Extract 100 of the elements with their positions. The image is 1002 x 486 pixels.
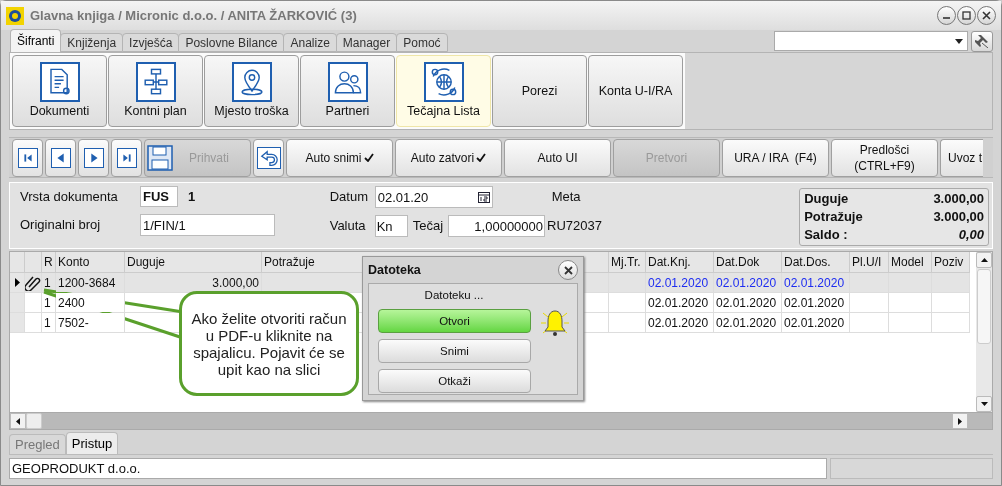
- ribbon-icon: [231, 62, 272, 102]
- toolbar-button[interactable]: Auto UI: [504, 138, 611, 177]
- nav-button[interactable]: [111, 138, 142, 177]
- check-icon: [476, 153, 487, 162]
- toolbar-button[interactable]: Uvoz t: [940, 138, 983, 177]
- row-header-cell[interactable]: [10, 313, 25, 332]
- column-header[interactable]: Dat.Dok: [714, 252, 782, 272]
- toolbar-button[interactable]: Predlošci (CTRL+F9): [831, 138, 938, 177]
- row-header-cell[interactable]: [10, 293, 25, 312]
- menu-tab[interactable]: Pomoć: [396, 33, 448, 52]
- nav-button[interactable]: [12, 138, 43, 177]
- toolbar-button[interactable]: Auto zatvori: [395, 138, 502, 177]
- scroll-down-icon[interactable]: [980, 402, 988, 406]
- column-header[interactable]: R: [42, 252, 56, 272]
- ribbon-button[interactable]: Tečajna Lista: [396, 55, 491, 127]
- field-label: Tečaj: [412, 217, 444, 236]
- vertical-scrollbar[interactable]: [976, 252, 992, 412]
- document-type-field[interactable]: FUS: [140, 186, 178, 207]
- status-company-field: GEOPRODUKT d.o.o.: [9, 458, 827, 479]
- dialog-title: Datoteka: [368, 261, 421, 279]
- minimize-button[interactable]: [937, 6, 956, 25]
- menu-tab[interactable]: Manager: [335, 33, 398, 52]
- nav-button[interactable]: [78, 138, 109, 177]
- column-header[interactable]: Dat.Knj.: [646, 252, 714, 272]
- scroll-up-icon[interactable]: [980, 258, 988, 262]
- menu-tab[interactable]: Analize: [283, 33, 337, 52]
- table-cell: 02.01.2020: [646, 273, 714, 292]
- toolbar-button[interactable]: URA / IRA (F4): [722, 138, 829, 177]
- close-icon: [563, 265, 573, 275]
- original-number-field[interactable]: 1/FIN/1: [140, 214, 275, 236]
- close-button[interactable]: [558, 260, 578, 280]
- currency-field[interactable]: Kn: [374, 215, 408, 237]
- app-logo-icon: [6, 6, 24, 25]
- first-record-icon: [17, 147, 38, 168]
- undo-button[interactable]: [253, 138, 284, 177]
- ribbon-icon: [39, 62, 80, 102]
- total-label: Duguje: [804, 190, 849, 208]
- total-label: Saldo :: [804, 226, 848, 244]
- total-label: Potražuje: [804, 208, 863, 226]
- table-cell: 02.01.2020: [782, 313, 850, 332]
- pin-button[interactable]: [971, 30, 993, 52]
- dialog-prompt: Datoteku ...: [423, 288, 485, 303]
- horizontal-scrollbar[interactable]: [10, 412, 992, 429]
- scroll-right-icon[interactable]: [958, 417, 962, 425]
- last-record-icon: [116, 147, 137, 168]
- scroll-left-icon[interactable]: [16, 417, 20, 425]
- callout-text: Ako želite otvoriti račun u PDF-u kliknite na spajalicu. Pojavit će se upit kao na slici: [190, 309, 348, 378]
- column-header[interactable]: Dat.Dos.: [782, 252, 850, 272]
- column-header[interactable]: Poziv: [932, 252, 970, 272]
- toolbar-button[interactable]: Auto snimi: [286, 138, 393, 177]
- total-value: 3.000,00: [933, 208, 984, 226]
- scroll-thumb[interactable]: [977, 269, 991, 344]
- dialog-button[interactable]: Otkaži: [378, 369, 531, 394]
- bell-icon: [539, 307, 571, 339]
- table-cell: 02.01.2020: [782, 293, 850, 312]
- previous-icon: [50, 147, 71, 168]
- column-header[interactable]: Model: [889, 252, 932, 272]
- view-tab[interactable]: Pristup: [65, 432, 119, 454]
- ribbon-button[interactable]: Partneri: [300, 55, 395, 127]
- maximize-button[interactable]: [957, 6, 976, 25]
- next-icon: [83, 147, 104, 168]
- ribbon-button[interactable]: Mjesto troška: [204, 55, 299, 127]
- menu-tab[interactable]: Poslovne Bilance: [178, 33, 285, 52]
- total-value: 3.000,00: [933, 190, 984, 208]
- menu-tab[interactable]: Šifranti: [10, 29, 62, 52]
- dialog-button[interactable]: Otvori: [378, 309, 531, 334]
- close-icon: [982, 11, 991, 20]
- field-label: Datum: [329, 188, 369, 207]
- ribbon-button[interactable]: Kontni plan: [108, 55, 203, 127]
- date-field[interactable]: 02.01.20: [374, 186, 493, 208]
- column-header[interactable]: Pl.U/I: [850, 252, 889, 272]
- document-number: 1: [188, 187, 196, 206]
- exchange-rate-field[interactable]: 1,00000000: [448, 215, 546, 237]
- total-value: 0,00: [958, 226, 984, 244]
- dialog-button[interactable]: Snimi: [378, 339, 531, 364]
- ribbon-button[interactable]: Dokumenti: [12, 55, 107, 127]
- paperclip-icon[interactable]: [25, 274, 41, 291]
- current-row-icon: [14, 278, 20, 287]
- column-header[interactable]: Konto: [56, 252, 125, 272]
- field-label: Originalni broj: [20, 216, 102, 235]
- scroll-thumb[interactable]: [26, 413, 42, 429]
- nav-button[interactable]: [45, 138, 76, 177]
- column-header[interactable]: Duguje: [125, 252, 262, 272]
- table-cell: 2400: [56, 293, 125, 312]
- window-title: Glavna knjiga / Micronic d.o.o. / ANITA ŽARKOVIĆ (3): [30, 6, 357, 25]
- menu-tab[interactable]: Knjiženja: [60, 33, 124, 52]
- ribbon-icon: [135, 62, 176, 102]
- close-button[interactable]: [977, 6, 996, 25]
- table-cell: 02.01.2020: [646, 293, 714, 312]
- ribbon-button[interactable]: Porezi: [492, 55, 587, 127]
- table-cell: 02.01.2020: [714, 273, 782, 292]
- ribbon-icon: [423, 62, 464, 102]
- dropdown-arrow-icon: [955, 38, 963, 44]
- field-label: Meta: [551, 188, 581, 207]
- table-cell: 02.01.2020: [714, 313, 782, 332]
- table-cell: 02.01.2020: [782, 273, 850, 292]
- ribbon-button[interactable]: Konta U-I/RA: [588, 55, 683, 127]
- table-cell: 7502-: [56, 313, 125, 332]
- menu-tab[interactable]: Izvješća: [122, 33, 180, 52]
- column-header[interactable]: Mj.Tr.: [609, 252, 646, 272]
